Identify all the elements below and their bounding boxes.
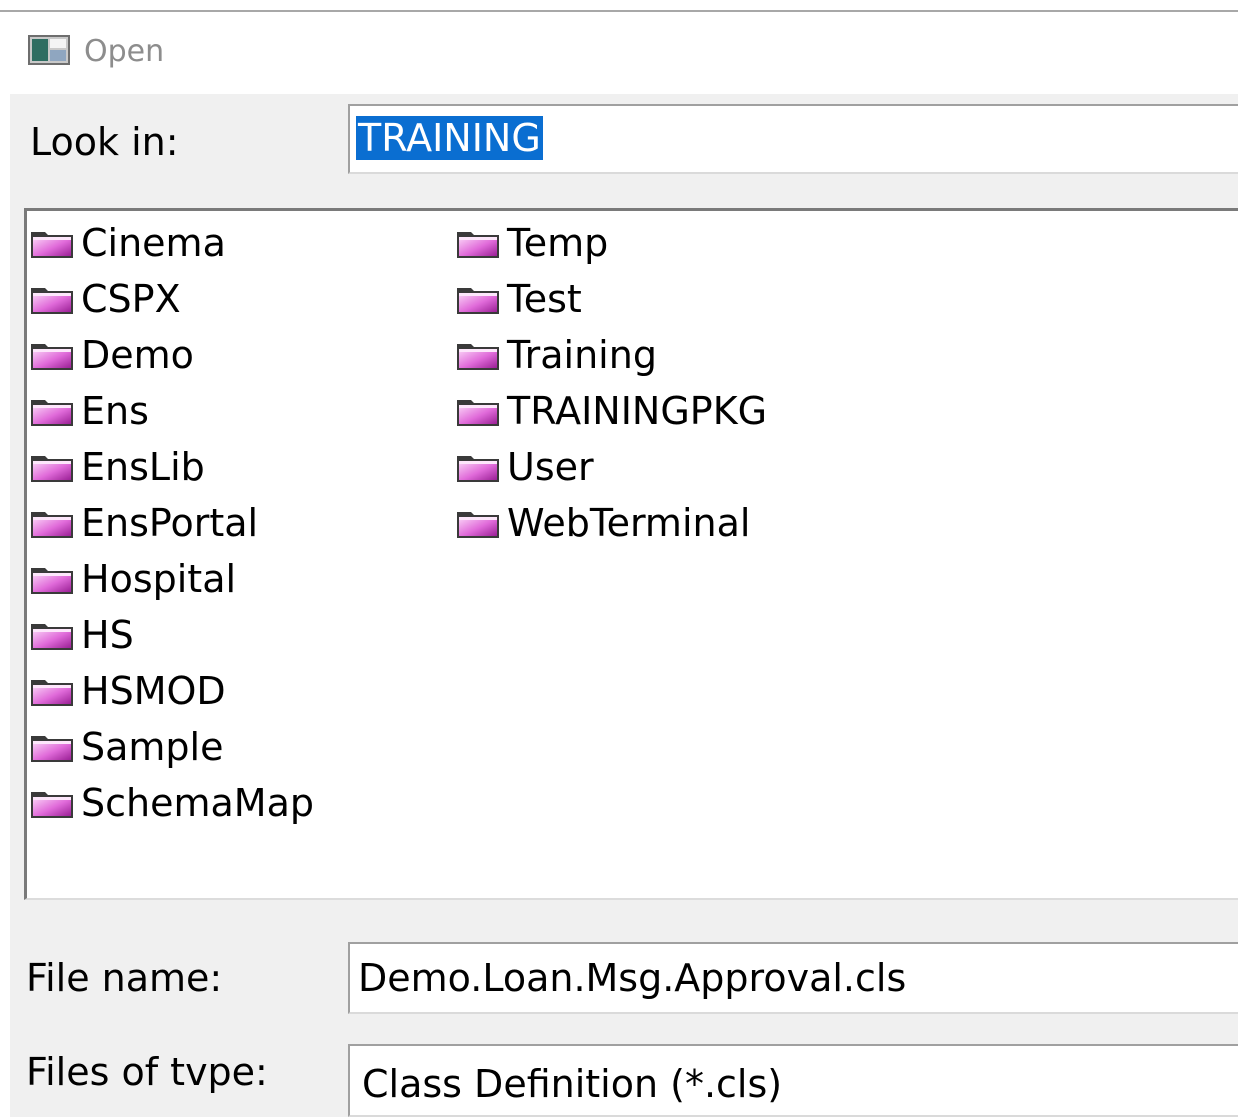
folder-item[interactable]: Ens xyxy=(29,383,314,439)
folder-icon xyxy=(29,450,75,484)
folder-item[interactable]: EnsLib xyxy=(29,439,314,495)
file-name-input[interactable]: Demo.Loan.Msg.Approval.cls xyxy=(348,942,1238,1014)
files-of-type-select[interactable]: Class Definition (*.cls) xyxy=(348,1044,1238,1117)
folder-column-1: Cinema CSPX Demo Ens EnsLib EnsPortal Hospital… xyxy=(29,215,314,831)
folder-item-label: SchemaMap xyxy=(81,781,314,825)
folder-item-label: WebTerminal xyxy=(507,501,751,545)
window-app-icon xyxy=(28,35,70,65)
folder-icon xyxy=(455,394,501,428)
look-in-label: Look in: xyxy=(30,120,179,164)
folder-icon xyxy=(455,506,501,540)
folder-item-label: Test xyxy=(507,277,582,321)
look-in-value: TRAINING xyxy=(356,116,543,160)
folder-item[interactable]: HS xyxy=(29,607,314,663)
folder-icon xyxy=(29,394,75,428)
folder-item-label: HSMOD xyxy=(81,669,226,713)
open-dialog-window: Open Look in: TRAINING Cinema CSPX Demo Ens… xyxy=(0,0,1238,1117)
folder-item-label: Hospital xyxy=(81,557,237,601)
folder-item-label: Training xyxy=(507,333,657,377)
folder-item-label: EnsPortal xyxy=(81,501,259,545)
folder-item-label: Temp xyxy=(507,221,609,265)
title-bar[interactable]: Open xyxy=(0,12,1238,94)
folder-item[interactable]: CSPX xyxy=(29,271,314,327)
folder-icon xyxy=(29,674,75,708)
folder-item[interactable]: Test xyxy=(455,271,767,327)
folder-item-label: Cinema xyxy=(81,221,226,265)
folder-item-label: Ens xyxy=(81,389,149,433)
folder-item[interactable]: HSMOD xyxy=(29,663,314,719)
folder-column-2: Temp Test Training TRAININGPKG User WebTermin… xyxy=(455,215,767,551)
folder-item-label: CSPX xyxy=(81,277,181,321)
files-of-type-value: Class Definition (*.cls) xyxy=(362,1062,783,1106)
folder-icon xyxy=(29,338,75,372)
folder-item[interactable]: Cinema xyxy=(29,215,314,271)
folder-item-label: EnsLib xyxy=(81,445,205,489)
folder-icon xyxy=(29,618,75,652)
folder-icon xyxy=(29,562,75,596)
folder-icon xyxy=(29,506,75,540)
folder-item-label: TRAININGPKG xyxy=(507,389,768,433)
folder-icon xyxy=(455,450,501,484)
folder-item-label: User xyxy=(507,445,594,489)
window-title: Open xyxy=(84,34,165,69)
folder-item-label: HS xyxy=(81,613,134,657)
files-of-type-label: Files of tvpe: xyxy=(26,1050,268,1094)
folder-item[interactable]: Demo xyxy=(29,327,314,383)
folder-item[interactable]: User xyxy=(455,439,767,495)
dialog-body: Look in: TRAINING Cinema CSPX Demo Ens EnsLi… xyxy=(10,94,1238,1117)
folder-icon xyxy=(29,226,75,260)
file-name-value: Demo.Loan.Msg.Approval.cls xyxy=(358,956,907,1000)
file-name-label: File name: xyxy=(26,956,223,1000)
folder-item[interactable]: Temp xyxy=(455,215,767,271)
folder-icon xyxy=(455,338,501,372)
folder-icon xyxy=(29,786,75,820)
folder-item[interactable]: WebTerminal xyxy=(455,495,767,551)
folder-icon xyxy=(29,282,75,316)
look-in-combobox[interactable]: TRAINING xyxy=(348,104,1238,174)
folder-icon xyxy=(455,226,501,260)
folder-item[interactable]: TRAININGPKG xyxy=(455,383,767,439)
folder-icon xyxy=(29,730,75,764)
folder-item[interactable]: Training xyxy=(455,327,767,383)
folder-item[interactable]: Sample xyxy=(29,719,314,775)
folder-item[interactable]: EnsPortal xyxy=(29,495,314,551)
folder-item-label: Sample xyxy=(81,725,224,769)
folder-item-label: Demo xyxy=(81,333,194,377)
folder-item[interactable]: SchemaMap xyxy=(29,775,314,831)
folder-item[interactable]: Hospital xyxy=(29,551,314,607)
folder-list[interactable]: Cinema CSPX Demo Ens EnsLib EnsPortal Hospital… xyxy=(24,208,1238,900)
folder-icon xyxy=(455,282,501,316)
